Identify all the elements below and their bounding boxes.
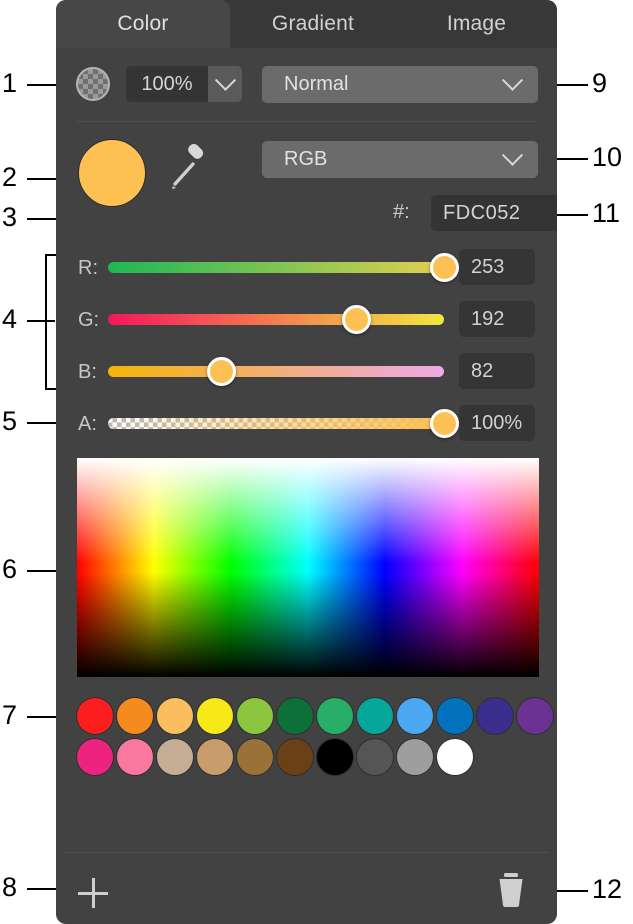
slider-thumb-g[interactable] (342, 305, 371, 334)
swatch[interactable] (356, 697, 394, 735)
swatch[interactable] (516, 697, 554, 735)
tab-gradient-label: Gradient (271, 12, 355, 35)
swatch[interactable] (196, 697, 234, 735)
divider (64, 852, 549, 853)
swatch[interactable] (396, 738, 434, 776)
swatch[interactable] (116, 738, 154, 776)
blend-mode-select[interactable]: Normal (262, 66, 538, 103)
slider-label-b: B: (78, 361, 97, 383)
swatch[interactable] (396, 697, 434, 735)
slider-label-a: A: (78, 413, 97, 435)
tab-gradient[interactable]: Gradient (230, 0, 396, 48)
plus-icon[interactable] (78, 878, 108, 908)
swatch[interactable] (276, 738, 314, 776)
hex-input[interactable]: FDC052 (431, 195, 557, 231)
swatch[interactable] (76, 738, 114, 776)
divider (76, 121, 538, 122)
leader-line (556, 890, 588, 892)
opacity-value[interactable]: 100% (126, 66, 208, 102)
leader-line (27, 84, 57, 86)
leader-line (27, 888, 57, 890)
slider-value-r[interactable]: 253 (459, 249, 535, 285)
swatch-row-2 (76, 738, 476, 776)
leader-line (27, 178, 57, 180)
slider-track-a[interactable] (108, 418, 444, 429)
opacity-chevron-down-icon[interactable] (208, 66, 242, 102)
slider-value-g[interactable]: 192 (459, 301, 535, 337)
trash-icon[interactable] (496, 872, 526, 913)
hex-label: #: (393, 201, 410, 223)
swatch-row-1 (76, 697, 556, 735)
leader-line (27, 716, 57, 718)
swatch[interactable] (436, 738, 474, 776)
blend-mode-chevron-down-icon (501, 69, 538, 92)
slider-thumb-a[interactable] (430, 409, 459, 438)
leader-line (556, 158, 588, 160)
tab-color[interactable]: Color (56, 0, 230, 48)
leader-line (27, 422, 57, 424)
color-preview-swatch[interactable] (78, 139, 146, 207)
color-model-select[interactable]: RGB (262, 141, 538, 178)
bottom-toolbar (56, 852, 557, 924)
eyedropper-icon[interactable] (168, 141, 204, 196)
swatch[interactable] (356, 738, 394, 776)
swatch[interactable] (236, 738, 274, 776)
saturation-value-field[interactable] (77, 458, 539, 677)
swatch[interactable] (316, 738, 354, 776)
slider-label-g: G: (78, 309, 100, 331)
swatch[interactable] (236, 697, 274, 735)
swatch[interactable] (76, 697, 114, 735)
slider-thumb-r[interactable] (430, 253, 459, 282)
swatch[interactable] (196, 738, 234, 776)
slider-track-r[interactable] (108, 262, 444, 273)
tab-bar: Color Gradient Image (56, 0, 557, 48)
checkerboard-circle-icon[interactable] (76, 67, 110, 101)
swatch[interactable] (276, 697, 314, 735)
leader-line (556, 214, 588, 216)
slider-track-g[interactable] (108, 314, 444, 325)
swatch[interactable] (436, 697, 474, 735)
swatch[interactable] (156, 697, 194, 735)
color-model-chevron-down-icon (501, 144, 538, 167)
slider-label-r: R: (78, 257, 98, 279)
blend-mode-value: Normal (284, 73, 349, 95)
tab-image[interactable]: Image (396, 0, 557, 48)
color-model-value: RGB (284, 148, 328, 170)
opacity-stepper[interactable]: 100% (126, 66, 242, 102)
slider-thumb-b[interactable] (207, 357, 236, 386)
annotated-screenshot: 1 2 3 4 5 6 7 8 9 10 11 12 Color Gradien… (0, 0, 633, 924)
tab-color-label: Color (117, 12, 169, 35)
slider-value-b[interactable]: 82 (459, 353, 535, 389)
swatch[interactable] (476, 697, 514, 735)
tab-image-label: Image (446, 12, 507, 35)
color-picker-panel: Color Gradient Image 100% Normal RGB #: … (56, 0, 557, 924)
slider-track-b[interactable] (108, 366, 444, 377)
leader-line (27, 570, 57, 572)
swatch[interactable] (156, 738, 194, 776)
swatch[interactable] (116, 697, 154, 735)
swatch[interactable] (316, 697, 354, 735)
slider-value-a[interactable]: 100% (459, 405, 535, 441)
leader-line (556, 84, 588, 86)
